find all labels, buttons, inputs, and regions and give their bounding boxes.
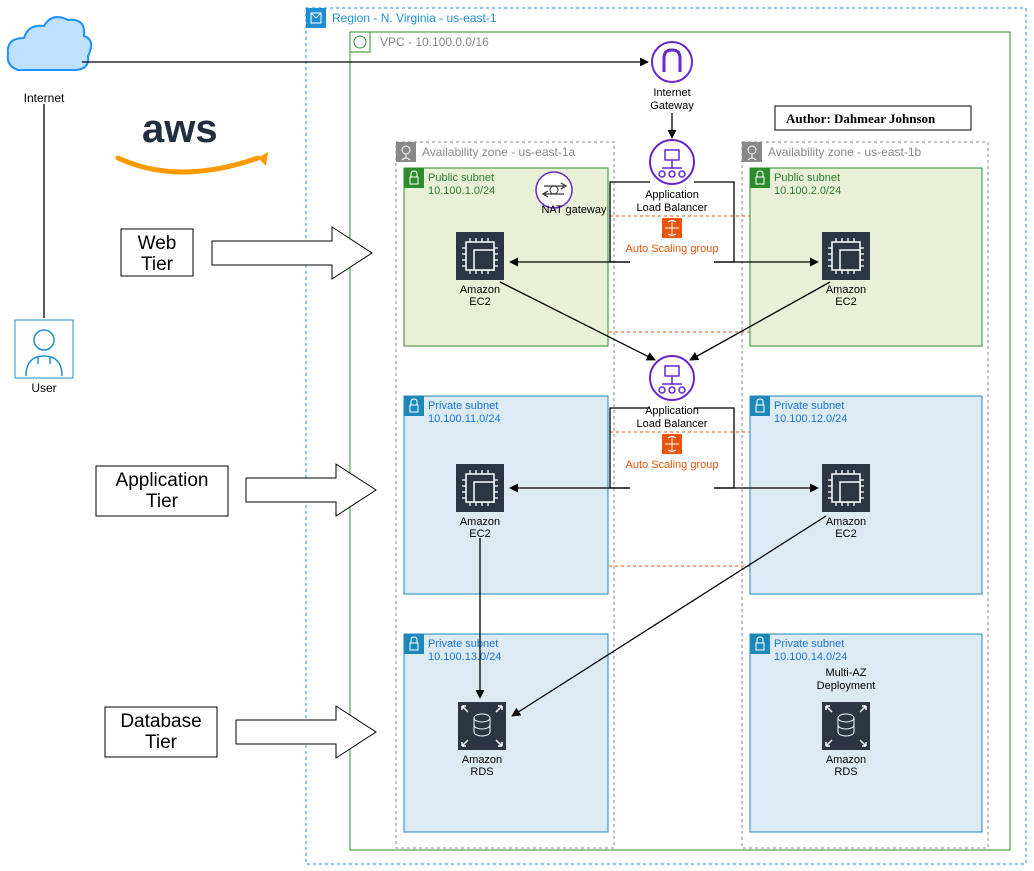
asg-2-icon: Auto Scaling group [626, 434, 719, 471]
private-subnet-a1: Private subnet 10.100.11.0/24 [404, 396, 608, 594]
internet-label: Internet [24, 91, 65, 105]
public-subnet-a: Public subnet 10.100.1.0/24 [404, 168, 608, 346]
svg-text:RDS: RDS [834, 766, 857, 778]
svg-text:10.100.12.0/24: 10.100.12.0/24 [774, 413, 847, 425]
svg-text:RDS: RDS [470, 766, 493, 778]
svg-text:EC2: EC2 [835, 296, 856, 308]
internet-icon: Internet [8, 17, 91, 105]
svg-text:Multi-AZ: Multi-AZ [826, 667, 867, 679]
author-box: Author: Dahmear Johnson [775, 106, 971, 130]
svg-text:Private subnet: Private subnet [774, 400, 844, 412]
svg-text:Tier: Tier [141, 254, 174, 275]
db-tier-arrow-icon [236, 706, 376, 758]
svg-text:Amazon: Amazon [462, 754, 502, 766]
svg-text:Database: Database [120, 711, 201, 732]
svg-text:Load Balancer: Load Balancer [637, 418, 708, 430]
svg-text:Gateway: Gateway [650, 100, 694, 112]
aws-logo-icon: aws [118, 107, 268, 172]
svg-text:Amazon: Amazon [460, 516, 500, 528]
alb-2-icon: Application Load Balancer [637, 356, 708, 430]
svg-text:Amazon: Amazon [460, 284, 500, 296]
svg-text:10.100.14.0/24: 10.100.14.0/24 [774, 651, 847, 663]
svg-text:Tier: Tier [146, 491, 179, 512]
web-tier-label: Web Tier [121, 229, 193, 276]
svg-text:Auto Scaling group: Auto Scaling group [626, 243, 719, 255]
svg-text:Private subnet: Private subnet [774, 638, 844, 650]
author-label: Author: Dahmear Johnson [786, 111, 936, 126]
user-icon: User [15, 320, 73, 395]
svg-text:Public subnet: Public subnet [428, 172, 494, 184]
web-tier-arrow-icon [212, 227, 372, 279]
svg-text:Internet: Internet [653, 87, 690, 99]
connectors [44, 62, 830, 716]
igw-icon: Internet Gateway [650, 42, 694, 112]
svg-text:Load Balancer: Load Balancer [637, 202, 708, 214]
svg-text:Private subnet: Private subnet [428, 638, 498, 650]
svg-text:10.100.2.0/24: 10.100.2.0/24 [774, 185, 841, 197]
az-b-label: Availability zone - us-east-1b [768, 145, 922, 159]
asg-1-icon: Auto Scaling group [626, 218, 719, 255]
svg-text:Auto Scaling group: Auto Scaling group [626, 459, 719, 471]
svg-text:Application: Application [645, 405, 699, 417]
svg-text:Amazon: Amazon [826, 284, 866, 296]
svg-text:Amazon: Amazon [826, 516, 866, 528]
az-a-label: Availability zone - us-east-1a [422, 145, 576, 159]
svg-text:Deployment: Deployment [817, 680, 876, 692]
svg-text:Web: Web [138, 233, 177, 254]
app-tier-label: Application Tier [96, 466, 228, 516]
region-label: Region - N. Virginia - us-east-1 [332, 11, 497, 25]
svg-text:Private subnet: Private subnet [428, 400, 498, 412]
svg-text:EC2: EC2 [835, 528, 856, 540]
svg-text:EC2: EC2 [469, 296, 490, 308]
app-tier-arrow-icon [246, 464, 376, 516]
svg-text:Application: Application [116, 470, 209, 491]
svg-text:10.100.11.0/24: 10.100.11.0/24 [428, 413, 501, 425]
alb-1-icon: Application Load Balancer [637, 140, 708, 214]
svg-text:NAT gateway: NAT gateway [541, 204, 607, 216]
db-tier-label: Database Tier [105, 707, 217, 757]
svg-text:Public subnet: Public subnet [774, 172, 840, 184]
svg-text:10.100.1.0/24: 10.100.1.0/24 [428, 185, 495, 197]
svg-text:Tier: Tier [145, 732, 178, 753]
svg-text:aws: aws [142, 107, 218, 151]
svg-text:Amazon: Amazon [826, 754, 866, 766]
svg-text:10.100.13.0/24: 10.100.13.0/24 [428, 651, 501, 663]
svg-text:Application: Application [645, 189, 699, 201]
vpc-label: VPC - 10.100.0.0/16 [380, 35, 489, 49]
user-label: User [31, 381, 56, 395]
